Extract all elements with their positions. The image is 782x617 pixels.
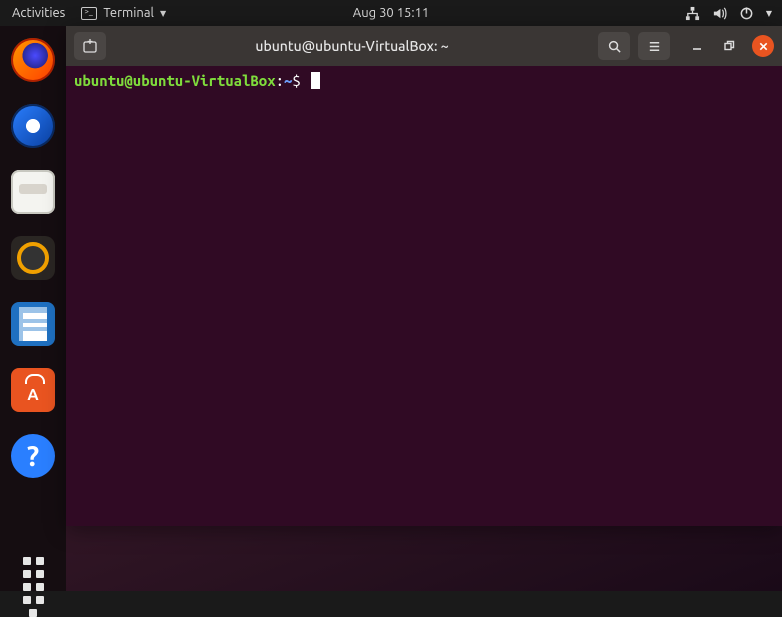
clock[interactable]: Aug 30 15:11 (353, 6, 430, 20)
cursor (311, 72, 320, 89)
dock-item-writer[interactable] (9, 302, 57, 346)
maximize-button[interactable] (720, 37, 738, 55)
chevron-down-icon: ▼ (766, 9, 772, 18)
dock-item-thunderbird[interactable] (9, 104, 57, 148)
chevron-down-icon: ▼ (160, 9, 166, 18)
terminal-titlebar: ubuntu@ubuntu-VirtualBox: ~ (66, 26, 782, 66)
app-menu-label: Terminal (103, 6, 154, 20)
power-icon (739, 6, 754, 21)
close-icon (758, 41, 769, 52)
files-icon (11, 170, 55, 214)
dock-item-firefox[interactable] (9, 38, 57, 82)
close-button[interactable] (752, 35, 774, 57)
terminal-toolbar-right (598, 32, 774, 60)
software-icon (11, 368, 55, 412)
thunderbird-icon (11, 104, 55, 148)
app-menu-button[interactable]: Terminal ▼ (73, 6, 174, 20)
dock: ? (0, 26, 66, 591)
top-panel-left: Activities Terminal ▼ (6, 6, 174, 20)
activities-button[interactable]: Activities (6, 6, 71, 20)
rhythmbox-icon (11, 236, 55, 280)
prompt-symbol: $ (292, 72, 300, 89)
writer-icon (11, 302, 55, 346)
volume-high-icon (712, 6, 727, 21)
dock-item-files[interactable] (9, 170, 57, 214)
minimize-icon (691, 40, 703, 52)
search-button[interactable] (598, 32, 630, 60)
dock-item-rhythmbox[interactable] (9, 236, 57, 280)
terminal-icon (81, 7, 97, 20)
help-icon: ? (11, 434, 55, 478)
network-wired-icon (685, 6, 700, 21)
menu-button[interactable] (638, 32, 670, 60)
terminal-title: ubuntu@ubuntu-VirtualBox: ~ (114, 38, 590, 54)
dock-item-software[interactable] (9, 368, 57, 412)
terminal-body[interactable]: ubuntu@ubuntu-VirtualBox:~$ (66, 66, 782, 526)
minimize-button[interactable] (688, 37, 706, 55)
system-status-area[interactable]: ▼ (685, 6, 776, 21)
new-tab-icon (82, 38, 98, 54)
prompt-separator: : (276, 72, 284, 89)
search-icon (607, 39, 622, 54)
dock-item-help[interactable]: ? (9, 434, 57, 478)
window-controls (688, 35, 774, 57)
top-panel: Activities Terminal ▼ Aug 30 15:11 ▼ (0, 0, 782, 26)
new-tab-button[interactable] (74, 32, 106, 60)
prompt-user-host: ubuntu@ubuntu-VirtualBox (74, 72, 276, 89)
hamburger-icon (647, 39, 662, 54)
restore-icon (723, 40, 735, 52)
terminal-window: ubuntu@ubuntu-VirtualBox: ~ ubuntu@ubu (66, 26, 782, 526)
show-applications-button[interactable] (11, 550, 55, 594)
firefox-icon (11, 38, 55, 82)
